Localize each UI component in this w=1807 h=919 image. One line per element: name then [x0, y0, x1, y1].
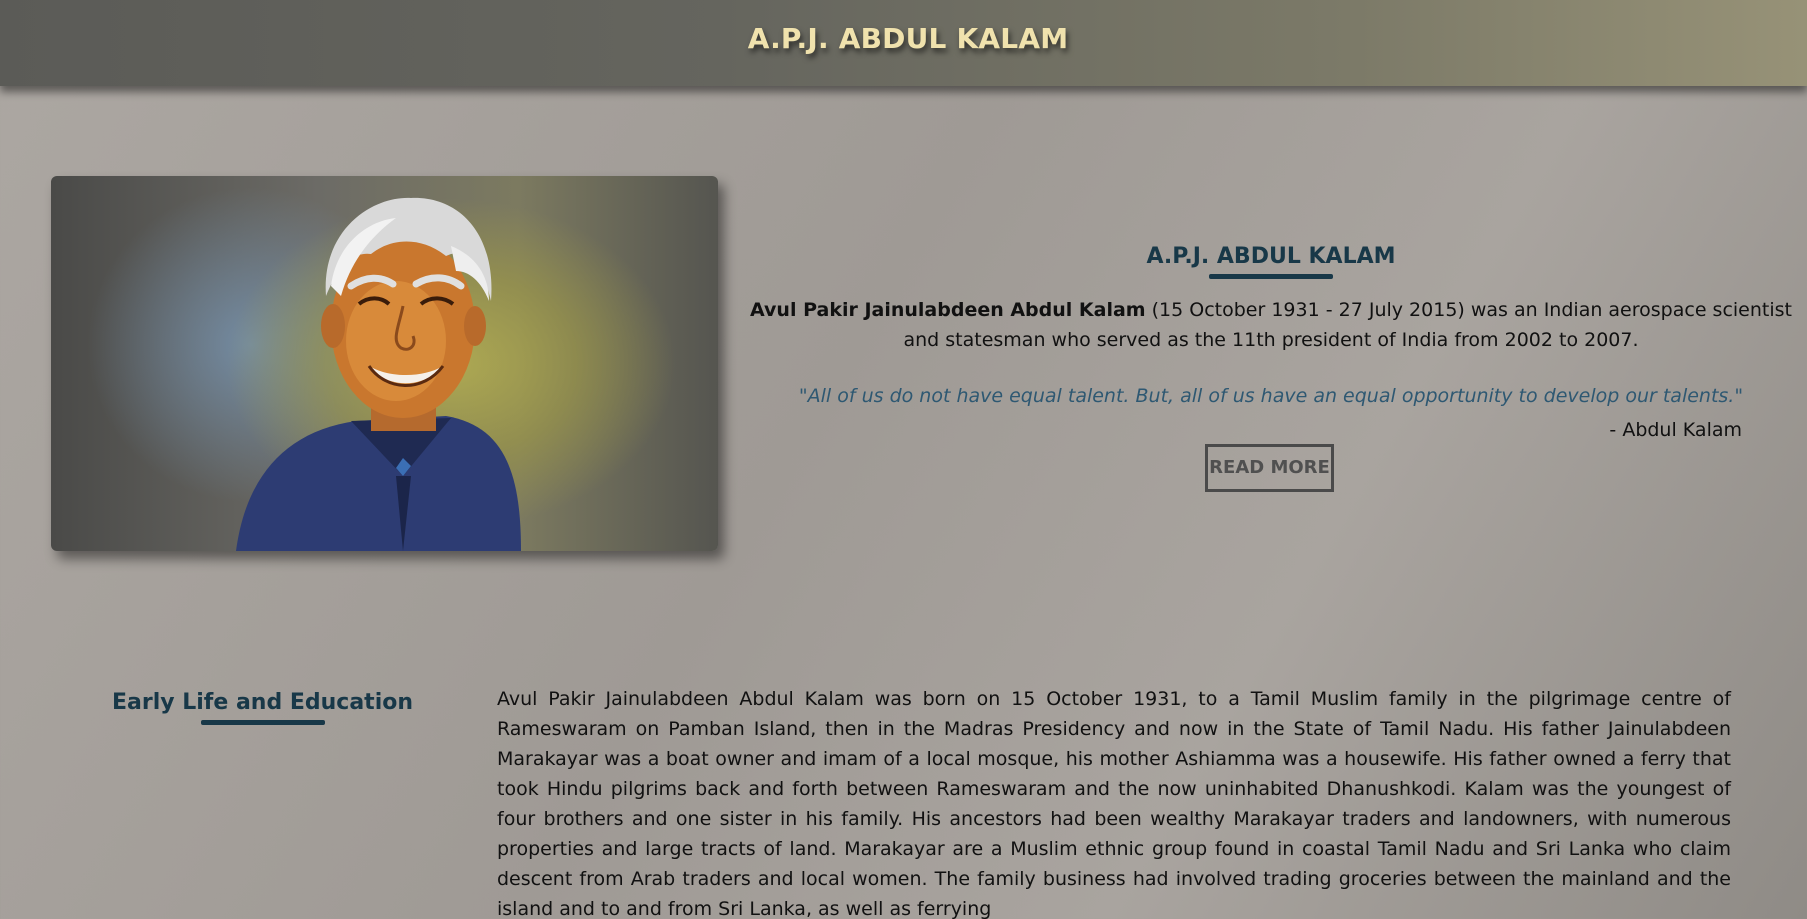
- top-header: A.P.J. ABDUL KALAM: [0, 0, 1807, 86]
- early-life-heading-block: Early Life and Education: [100, 686, 425, 725]
- site-title: A.P.J. ABDUL KALAM: [747, 22, 1069, 55]
- quote-author: - Abdul Kalam: [1609, 419, 1742, 441]
- read-more-button[interactable]: READ MORE: [1205, 444, 1334, 492]
- intro-heading: A.P.J. ABDUL KALAM: [1146, 244, 1396, 269]
- early-life-paragraph: Avul Pakir Jainulabdeen Abdul Kalam was …: [497, 688, 1731, 919]
- heading-underline: [1209, 274, 1333, 279]
- intro-paragraph: Avul Pakir Jainulabdeen Abdul Kalam (15 …: [746, 295, 1796, 355]
- section-underline: [200, 720, 325, 725]
- quote-text: "All of us do not have equal talent. But…: [798, 385, 1744, 407]
- early-life-heading: Early Life and Education: [111, 690, 414, 715]
- intro-section: A.P.J. ABDUL KALAM Avul Pakir Jainulabde…: [746, 240, 1796, 441]
- portrait-illustration: [236, 197, 521, 551]
- intro-name: Avul Pakir Jainulabdeen Abdul Kalam: [750, 299, 1146, 321]
- portrait-image: [51, 176, 718, 551]
